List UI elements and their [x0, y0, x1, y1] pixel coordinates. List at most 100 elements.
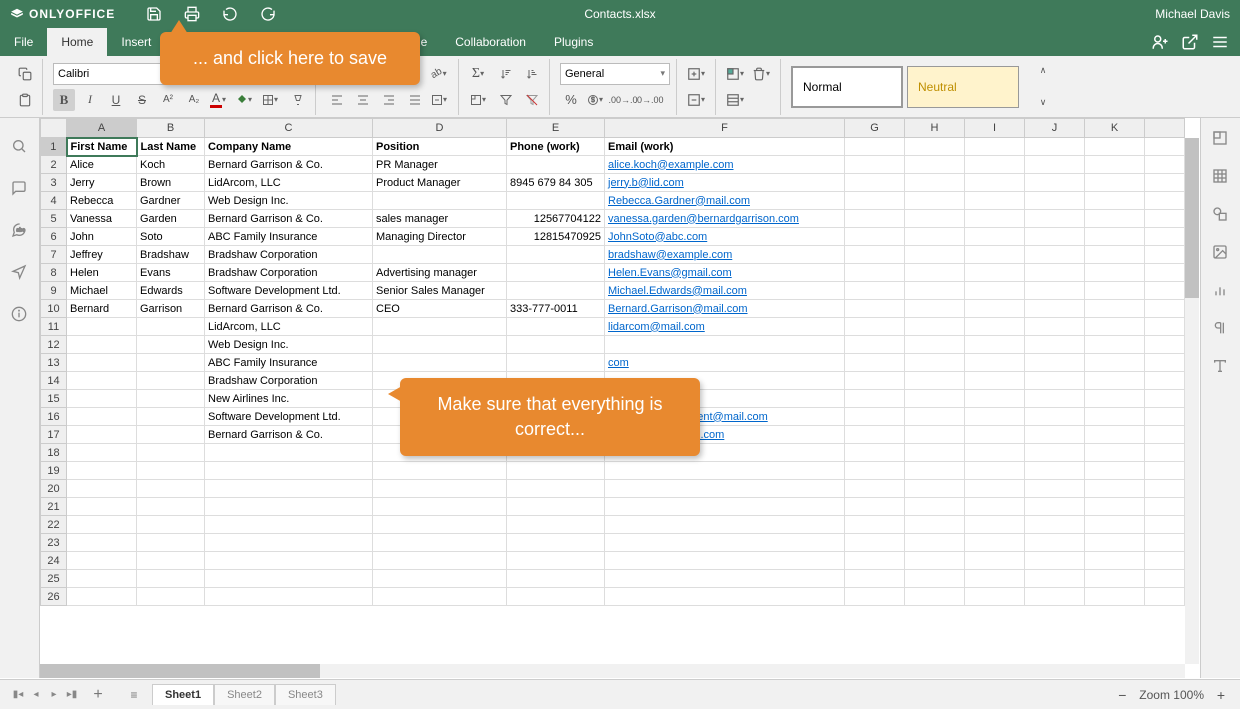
- cell[interactable]: Bernard: [67, 300, 137, 318]
- cell[interactable]: [965, 444, 1025, 462]
- cell[interactable]: [373, 246, 507, 264]
- col-header-F[interactable]: F: [605, 119, 845, 138]
- cell[interactable]: Garden: [137, 210, 205, 228]
- cell[interactable]: [1145, 408, 1185, 426]
- cell[interactable]: [605, 534, 845, 552]
- justify-icon[interactable]: [404, 89, 426, 111]
- cell[interactable]: [905, 570, 965, 588]
- cell[interactable]: [845, 174, 905, 192]
- cell[interactable]: [1145, 570, 1185, 588]
- row-header[interactable]: 16: [41, 408, 67, 426]
- paste-icon[interactable]: [14, 89, 36, 111]
- cell[interactable]: [507, 462, 605, 480]
- cell[interactable]: [67, 570, 137, 588]
- cell[interactable]: [905, 156, 965, 174]
- cell[interactable]: [1025, 174, 1085, 192]
- cell[interactable]: Helen: [67, 264, 137, 282]
- cell[interactable]: [845, 552, 905, 570]
- styles-up-icon[interactable]: ∧: [1032, 60, 1054, 82]
- cell[interactable]: [507, 498, 605, 516]
- cell[interactable]: [965, 354, 1025, 372]
- cell[interactable]: [1025, 426, 1085, 444]
- sheet-prev-icon[interactable]: ◂: [28, 685, 44, 705]
- insert-cells-icon[interactable]: ▾: [687, 63, 709, 85]
- cell[interactable]: [1025, 588, 1085, 606]
- col-header-B[interactable]: B: [137, 119, 205, 138]
- cell[interactable]: [1025, 372, 1085, 390]
- cell[interactable]: [905, 408, 965, 426]
- cell[interactable]: vanessa.garden@bernardgarrison.com: [605, 210, 845, 228]
- number-format-select[interactable]: General▾: [560, 63, 670, 85]
- cell[interactable]: [67, 408, 137, 426]
- cell[interactable]: [605, 588, 845, 606]
- cell[interactable]: [905, 336, 965, 354]
- cell[interactable]: 12567704122: [507, 210, 605, 228]
- cell[interactable]: [1025, 318, 1085, 336]
- cell[interactable]: [205, 462, 373, 480]
- cell[interactable]: [205, 588, 373, 606]
- cell[interactable]: [373, 498, 507, 516]
- cell[interactable]: [507, 588, 605, 606]
- cell[interactable]: [1145, 138, 1185, 156]
- cell[interactable]: [1025, 390, 1085, 408]
- font-color-button[interactable]: A▾: [209, 89, 231, 111]
- cell[interactable]: sales manager: [373, 210, 507, 228]
- cell[interactable]: [205, 534, 373, 552]
- borders-button[interactable]: ▾: [261, 89, 283, 111]
- cell[interactable]: [845, 498, 905, 516]
- cell[interactable]: [205, 444, 373, 462]
- cell[interactable]: [1145, 246, 1185, 264]
- cell[interactable]: [373, 534, 507, 552]
- cell[interactable]: [905, 462, 965, 480]
- open-location-icon[interactable]: [1180, 32, 1200, 52]
- col-header-A[interactable]: A: [67, 119, 137, 138]
- cell[interactable]: [965, 372, 1025, 390]
- cell[interactable]: Edwards: [137, 282, 205, 300]
- cell[interactable]: 12815470925: [507, 228, 605, 246]
- cell[interactable]: Product Manager: [373, 174, 507, 192]
- cell[interactable]: [1145, 264, 1185, 282]
- cell[interactable]: [1085, 192, 1145, 210]
- cell[interactable]: [905, 300, 965, 318]
- cell[interactable]: [1145, 552, 1185, 570]
- cell[interactable]: [965, 282, 1025, 300]
- cell[interactable]: [905, 480, 965, 498]
- cell[interactable]: [373, 480, 507, 498]
- menu-insert[interactable]: Insert: [107, 28, 165, 56]
- sheet-tab-sheet2[interactable]: Sheet2: [214, 684, 275, 705]
- cell[interactable]: [137, 318, 205, 336]
- col-header-[interactable]: [1145, 119, 1185, 138]
- cell[interactable]: [905, 318, 965, 336]
- cell[interactable]: [965, 570, 1025, 588]
- cell[interactable]: [67, 480, 137, 498]
- cell[interactable]: [137, 336, 205, 354]
- cell[interactable]: Soto: [137, 228, 205, 246]
- cell[interactable]: Advertising manager: [373, 264, 507, 282]
- feedback-icon[interactable]: [11, 264, 29, 282]
- cell[interactable]: [373, 354, 507, 372]
- cell[interactable]: [1145, 588, 1185, 606]
- cell[interactable]: [845, 516, 905, 534]
- col-header-H[interactable]: H: [905, 119, 965, 138]
- cell[interactable]: [1085, 444, 1145, 462]
- zoom-in-button[interactable]: +: [1212, 686, 1230, 704]
- cell[interactable]: [965, 390, 1025, 408]
- col-header-K[interactable]: K: [1085, 119, 1145, 138]
- list-sheets-icon[interactable]: ≡: [122, 688, 146, 702]
- cell[interactable]: [845, 570, 905, 588]
- cell[interactable]: [1025, 156, 1085, 174]
- cell[interactable]: [507, 534, 605, 552]
- cell[interactable]: [1025, 462, 1085, 480]
- cond-format-icon[interactable]: ▾: [726, 63, 748, 85]
- cell[interactable]: [845, 228, 905, 246]
- cell[interactable]: [1085, 570, 1145, 588]
- cell[interactable]: [1085, 282, 1145, 300]
- col-header-G[interactable]: G: [845, 119, 905, 138]
- chat-icon[interactable]: abc: [11, 222, 29, 240]
- cell[interactable]: [1025, 282, 1085, 300]
- cell[interactable]: [205, 570, 373, 588]
- fill-color-button[interactable]: ▾: [235, 89, 257, 111]
- decrease-decimal-icon[interactable]: .00→.0: [612, 89, 634, 111]
- row-header[interactable]: 20: [41, 480, 67, 498]
- cell[interactable]: [1025, 444, 1085, 462]
